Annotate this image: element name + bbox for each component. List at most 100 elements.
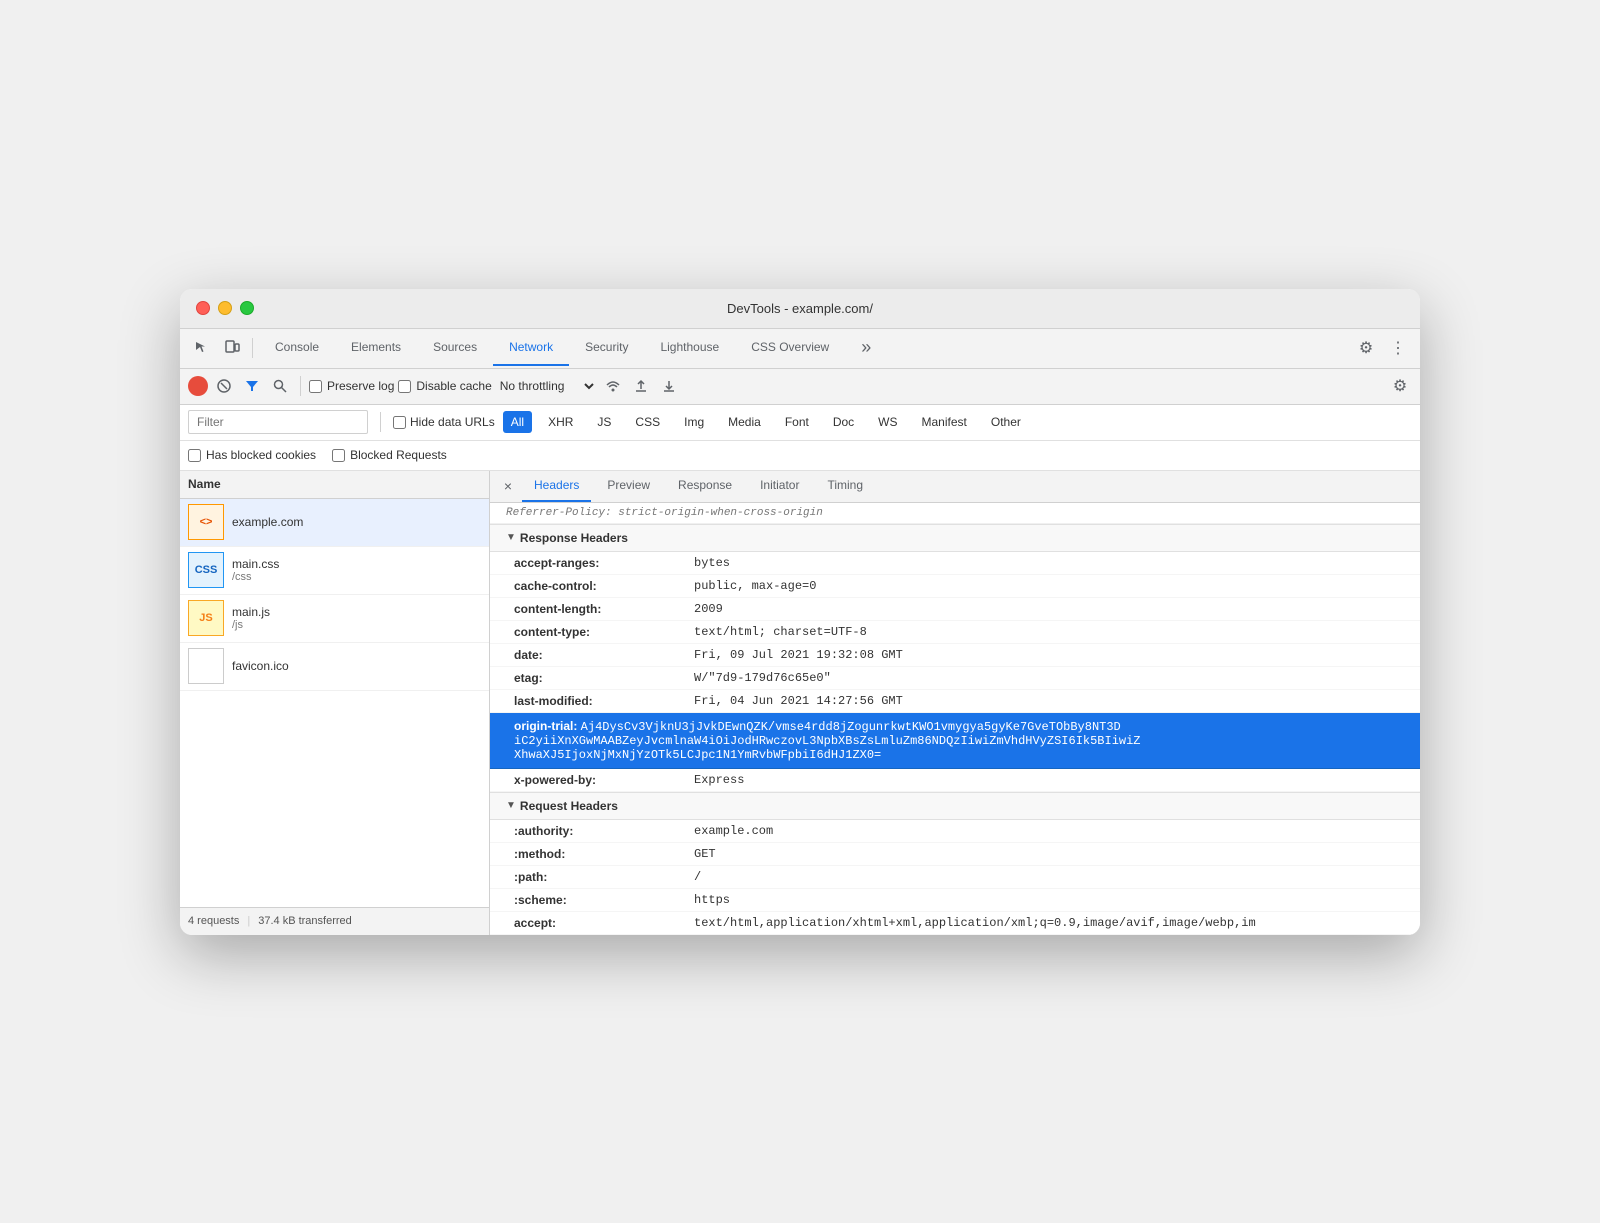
header-value: Express (694, 773, 744, 787)
header-entry: :authority: example.com (490, 820, 1420, 843)
main-content: Name <> example.com CSS main.css /css (180, 471, 1420, 935)
disable-cache-label[interactable]: Disable cache (398, 379, 491, 393)
response-headers-section[interactable]: ▼ Response Headers (490, 524, 1420, 552)
inspect-element-button[interactable] (188, 334, 216, 362)
search-button[interactable] (268, 374, 292, 398)
tab-console[interactable]: Console (259, 330, 335, 366)
filter-all-button[interactable]: All (503, 411, 532, 433)
main-tabs: Console Elements Sources Network Securit… (259, 328, 887, 368)
list-item[interactable]: <> example.com (180, 499, 489, 547)
filter-xhr-button[interactable]: XHR (540, 411, 581, 433)
list-item[interactable]: JS main.js /js (180, 595, 489, 643)
filter-css-button[interactable]: CSS (627, 411, 668, 433)
record-button[interactable] (188, 376, 208, 396)
header-value: text/html; charset=UTF-8 (694, 625, 867, 639)
header-entry: date: Fri, 09 Jul 2021 19:32:08 GMT (490, 644, 1420, 667)
list-item[interactable]: favicon.ico (180, 643, 489, 691)
close-button[interactable] (196, 301, 210, 315)
tab-timing[interactable]: Timing (815, 471, 875, 503)
partial-header-row: Referrer-Policy: strict-origin-when-cros… (490, 503, 1420, 524)
clear-button[interactable] (212, 374, 236, 398)
header-entry: :path: / (490, 866, 1420, 889)
response-headers-label: Response Headers (520, 531, 628, 545)
hide-data-urls-label[interactable]: Hide data URLs (393, 415, 495, 429)
origin-trial-value-3: XhwaXJ5IjoxNjMxNjYzOTk5LCJpc1N1YmRvbWFpb… (514, 748, 1404, 762)
header-value: https (694, 893, 730, 907)
more-options-button[interactable]: ⋮ (1384, 334, 1412, 362)
blocked-requests-label[interactable]: Blocked Requests (332, 448, 447, 462)
tab-css-overview[interactable]: CSS Overview (735, 330, 845, 366)
origin-trial-name: origin-trial: (514, 719, 581, 733)
header-name: etag: (514, 671, 694, 685)
tab-lighthouse[interactable]: Lighthouse (644, 330, 735, 366)
blocked-requests-checkbox[interactable] (332, 449, 345, 462)
header-value: bytes (694, 556, 730, 570)
header-name: content-length: (514, 602, 694, 616)
request-info: example.com (232, 515, 481, 529)
top-toolbar: Console Elements Sources Network Securit… (180, 329, 1420, 369)
tab-response[interactable]: Response (666, 471, 744, 503)
filter-js-button[interactable]: JS (589, 411, 619, 433)
filter-manifest-button[interactable]: Manifest (914, 411, 975, 433)
filter-ws-button[interactable]: WS (870, 411, 905, 433)
filter-other-button[interactable]: Other (983, 411, 1029, 433)
throttle-select[interactable]: No throttling Fast 3G Slow 3G Offline (496, 378, 597, 394)
tab-overflow[interactable]: » (845, 330, 887, 366)
origin-trial-entry: origin-trial: Aj4DysCv3VjknU3jJvkDEwnQZK… (490, 713, 1420, 769)
header-entry: :method: GET (490, 843, 1420, 866)
device-toolbar-button[interactable] (218, 334, 246, 362)
tab-security[interactable]: Security (569, 330, 644, 366)
requests-panel: Name <> example.com CSS main.css /css (180, 471, 490, 935)
header-entry: last-modified: Fri, 04 Jun 2021 14:27:56… (490, 690, 1420, 713)
has-blocked-cookies-label[interactable]: Has blocked cookies (188, 448, 316, 462)
header-entry: etag: W/"7d9-179d76c65e0" (490, 667, 1420, 690)
network-settings-button[interactable]: ⚙ (1388, 374, 1412, 398)
hide-data-urls-checkbox[interactable] (393, 416, 406, 429)
tab-initiator[interactable]: Initiator (748, 471, 811, 503)
preserve-log-checkbox[interactable] (309, 380, 322, 393)
details-close-button[interactable]: × (498, 476, 518, 496)
wifi-icon-button[interactable] (601, 374, 625, 398)
footer-transfer: 37.4 kB transferred (258, 915, 352, 927)
filter-button[interactable] (240, 374, 264, 398)
header-name: accept-ranges: (514, 556, 694, 570)
header-value: example.com (694, 824, 773, 838)
tab-headers[interactable]: Headers (522, 471, 591, 503)
header-name: date: (514, 648, 694, 662)
request-info: favicon.ico (232, 659, 481, 673)
request-headers-section[interactable]: ▼ Request Headers (490, 792, 1420, 820)
request-path: /css (232, 571, 481, 583)
tab-elements[interactable]: Elements (335, 330, 417, 366)
requests-footer: 4 requests | 37.4 kB transferred (180, 907, 489, 935)
requests-header: Name (180, 471, 489, 499)
filter-font-button[interactable]: Font (777, 411, 817, 433)
preserve-log-label[interactable]: Preserve log (309, 379, 394, 393)
list-item[interactable]: CSS main.css /css (180, 547, 489, 595)
header-entry: :scheme: https (490, 889, 1420, 912)
settings-button[interactable]: ⚙ (1352, 334, 1380, 362)
wifi-icon (605, 379, 621, 393)
header-value: text/html,application/xhtml+xml,applicat… (694, 916, 1256, 930)
download-button[interactable] (657, 374, 681, 398)
header-name: :method: (514, 847, 694, 861)
request-info: main.css /css (232, 557, 481, 583)
minimize-button[interactable] (218, 301, 232, 315)
tab-network[interactable]: Network (493, 330, 569, 366)
disable-cache-checkbox[interactable] (398, 380, 411, 393)
header-entry: cache-control: public, max-age=0 (490, 575, 1420, 598)
tab-preview[interactable]: Preview (595, 471, 662, 503)
maximize-button[interactable] (240, 301, 254, 315)
tab-sources[interactable]: Sources (417, 330, 493, 366)
header-value: 2009 (694, 602, 723, 616)
filter-input[interactable] (188, 410, 368, 434)
header-value: Fri, 04 Jun 2021 14:27:56 GMT (694, 694, 903, 708)
has-blocked-cookies-checkbox[interactable] (188, 449, 201, 462)
requests-list: <> example.com CSS main.css /css JS (180, 499, 489, 907)
details-tabs: × Headers Preview Response Initiator Tim… (490, 471, 1420, 503)
request-info: main.js /js (232, 605, 481, 631)
toolbar-separator-1 (252, 338, 253, 358)
filter-img-button[interactable]: Img (676, 411, 712, 433)
filter-media-button[interactable]: Media (720, 411, 769, 433)
filter-doc-button[interactable]: Doc (825, 411, 862, 433)
upload-button[interactable] (629, 374, 653, 398)
